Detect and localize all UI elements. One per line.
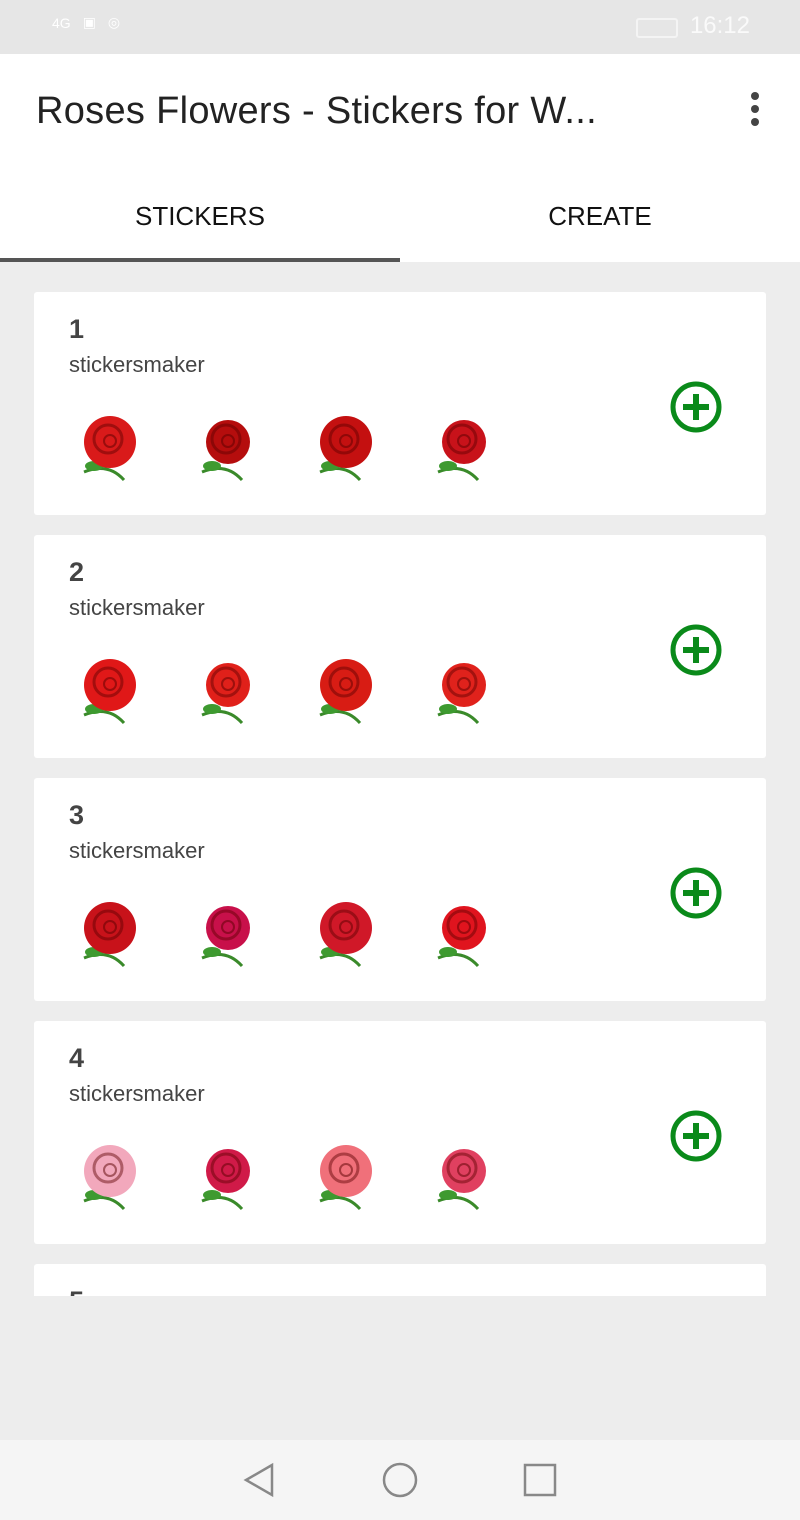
app-title: Roses Flowers - Stickers for W... <box>36 90 597 132</box>
pack-publisher: stickersmaker <box>69 352 205 377</box>
sticker-pack-card[interactable]: 5 <box>34 1264 766 1296</box>
navigation-bar <box>0 1440 800 1520</box>
rose-sticker-image <box>83 1145 136 1211</box>
rose-sticker-image <box>437 1149 486 1211</box>
rose-sticker-image <box>319 1145 372 1211</box>
rose-sticker-image <box>83 902 136 968</box>
app-bar: Roses Flowers - Stickers for W... <box>0 54 800 165</box>
rose-sticker-image <box>201 1149 250 1211</box>
add-to-whatsapp-button[interactable] <box>668 865 724 921</box>
tab-bar: STICKERS CREATE <box>0 165 800 262</box>
sticker-pack-card[interactable]: 3 stickersmaker <box>34 778 766 1001</box>
sticker-previews <box>64 402 506 490</box>
rose-sticker-image <box>83 416 136 482</box>
clock: 16:12 <box>689 12 750 39</box>
tab-stickers[interactable]: STICKERS <box>0 165 400 262</box>
add-to-whatsapp-button[interactable] <box>668 379 724 435</box>
signal-icon: 4G <box>52 14 71 31</box>
sticker-previews <box>64 1131 506 1219</box>
home-circle-icon[interactable] <box>380 1460 420 1500</box>
pack-publisher: stickersmaker <box>69 595 205 620</box>
rose-sticker-image <box>201 420 250 482</box>
tab-create[interactable]: CREATE <box>400 165 800 262</box>
sticker-pack-list[interactable]: 1 stickersmaker 2 stickersmaker 3 sticke… <box>34 292 766 1296</box>
sticker-previews <box>64 888 506 976</box>
sticker-pack-card[interactable]: 2 stickersmaker <box>34 535 766 758</box>
add-to-whatsapp-button[interactable] <box>668 622 724 678</box>
sticker-previews <box>64 645 506 733</box>
rose-sticker-image <box>437 663 486 725</box>
rose-sticker-image <box>201 906 250 968</box>
pack-publisher: stickersmaker <box>69 1081 205 1106</box>
rose-sticker-image <box>319 902 372 968</box>
pack-number: 5 <box>69 1286 84 1296</box>
sticker-pack-card[interactable]: 4 stickersmaker <box>34 1021 766 1244</box>
notification-icon: ▣ <box>82 14 96 30</box>
battery-icon <box>636 18 678 38</box>
pack-publisher: stickersmaker <box>69 838 205 863</box>
rose-sticker-image <box>437 420 486 482</box>
pack-number: 1 <box>69 314 85 344</box>
rose-sticker-image <box>319 659 372 725</box>
pack-number: 4 <box>69 1043 85 1073</box>
pack-number: 3 <box>69 800 85 830</box>
recents-square-icon[interactable] <box>520 1460 560 1500</box>
back-triangle-icon[interactable] <box>240 1460 280 1500</box>
hotspot-icon: ◎ <box>107 14 121 30</box>
rose-sticker-image <box>319 416 372 482</box>
add-to-whatsapp-button[interactable] <box>668 1108 724 1164</box>
rose-sticker-image <box>83 659 136 725</box>
more-vert-icon[interactable] <box>750 92 760 126</box>
sticker-pack-card[interactable]: 1 stickersmaker <box>34 292 766 515</box>
status-bar: 4G ▣ ◎ 16:12 <box>0 0 800 54</box>
rose-sticker-image <box>201 663 250 725</box>
rose-sticker-image <box>437 906 486 968</box>
pack-number: 2 <box>69 557 85 587</box>
